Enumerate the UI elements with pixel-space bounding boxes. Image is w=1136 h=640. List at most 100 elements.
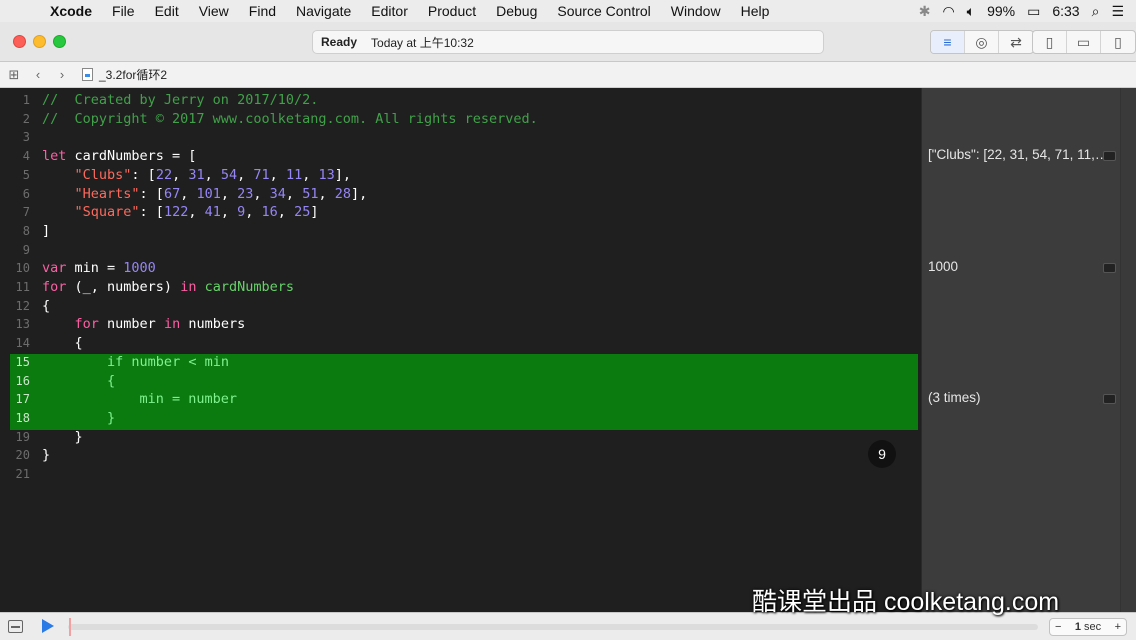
line-number: 6 bbox=[22, 186, 30, 201]
version-editor-icon[interactable]: ⇄ bbox=[999, 31, 1033, 53]
menu-file[interactable]: File bbox=[102, 3, 145, 19]
menu-edit[interactable]: Edit bbox=[145, 3, 189, 19]
code-line[interactable]: 20} bbox=[0, 446, 921, 465]
code-line[interactable]: 4 let cardNumbers = [ bbox=[0, 147, 921, 166]
line-code: for (_, numbers) in cardNumbers bbox=[42, 279, 294, 295]
speed-stepper[interactable]: − 1 sec + bbox=[1049, 618, 1127, 636]
code-line[interactable]: 11 for (_, numbers) in cardNumbers bbox=[0, 278, 921, 297]
line-number: 17 bbox=[15, 392, 30, 407]
standard-editor-icon[interactable]: ≡ bbox=[931, 31, 965, 53]
line-number: 18 bbox=[15, 410, 30, 425]
line-number: 15 bbox=[15, 354, 30, 369]
code-line[interactable]: 9 bbox=[0, 241, 921, 260]
code-line[interactable]: 15 if number < min bbox=[0, 353, 921, 372]
code-line[interactable]: 10 var min = 1000 bbox=[0, 259, 921, 278]
timeline-slider[interactable] bbox=[68, 624, 1038, 630]
code-line[interactable]: 17 min = number bbox=[0, 390, 921, 409]
line-code: ] bbox=[42, 222, 51, 239]
line-code: "Clubs": [22, 31, 54, 71, 11, 13], bbox=[74, 166, 351, 183]
battery-percent: 99% bbox=[987, 3, 1016, 19]
speed-increment-button[interactable]: + bbox=[1115, 621, 1121, 633]
line-number: 12 bbox=[15, 298, 30, 313]
menu-view[interactable]: View bbox=[189, 3, 239, 19]
menu-source-control[interactable]: Source Control bbox=[547, 3, 660, 19]
assistant-editor-icon[interactable]: ◎ bbox=[965, 31, 999, 53]
code-line[interactable]: 18 } bbox=[0, 409, 921, 428]
code-editor[interactable]: 1 // Created by Jerry on 2017/10/2. 2 // Co… bbox=[0, 88, 921, 612]
code-line[interactable]: 21 bbox=[0, 465, 921, 484]
battery-icon[interactable]: ▭ bbox=[1027, 3, 1040, 20]
forward-arrow-icon[interactable]: › bbox=[50, 67, 74, 82]
code-line[interactable]: 2 // Copyright © 2017 www.coolketang.com.… bbox=[0, 110, 921, 129]
code-line[interactable]: 5 "Clubs": [22, 31, 54, 71, 11, 13], bbox=[0, 166, 921, 185]
code-line[interactable]: 14 { bbox=[0, 334, 921, 353]
line-number: 19 bbox=[15, 429, 30, 444]
timeline-cursor[interactable] bbox=[69, 618, 71, 636]
panel-toggle-group: ▯ ▭ ▯ bbox=[1032, 30, 1136, 54]
line-code: "Square": [122, 41, 9, 16, 25] bbox=[74, 204, 319, 221]
breadcrumb-file-name[interactable]: _3.2for循环2 bbox=[99, 66, 167, 83]
result-value[interactable]: ["Clubs": [22, 31, 54, 71, 11,… bbox=[928, 147, 1116, 162]
menu-editor[interactable]: Editor bbox=[361, 3, 418, 19]
minimize-window-button[interactable] bbox=[33, 35, 46, 48]
build-status: Ready bbox=[321, 35, 358, 49]
code-line[interactable]: 12 { bbox=[0, 297, 921, 316]
line-number: 7 bbox=[22, 205, 30, 220]
menu-debug[interactable]: Debug bbox=[486, 3, 547, 19]
code-line[interactable]: 7 "Square": [122, 41, 9, 16, 25] bbox=[0, 203, 921, 222]
run-play-icon[interactable] bbox=[42, 619, 54, 633]
window-toolbar: Ready Today at 上午10:32 ≡ ◎ ⇄ ▯ ▭ ▯ bbox=[0, 22, 1136, 62]
line-code: } bbox=[42, 409, 116, 426]
related-items-icon[interactable]: ⊞ bbox=[2, 67, 26, 83]
quick-look-button[interactable] bbox=[1103, 394, 1116, 405]
menu-bar: Xcode File Edit View Find Navigate Edito… bbox=[0, 0, 1136, 22]
playground-file-icon bbox=[82, 68, 93, 81]
line-code: { bbox=[42, 335, 83, 352]
bluetooth-icon[interactable]: ✱ bbox=[919, 3, 931, 20]
quick-look-button[interactable] bbox=[1103, 263, 1116, 274]
result-value[interactable]: 1000 bbox=[928, 259, 1116, 274]
line-code: let cardNumbers = [ bbox=[42, 148, 197, 165]
code-line[interactable]: 3 bbox=[0, 128, 921, 147]
line-code: { bbox=[42, 372, 116, 389]
line-number: 20 bbox=[15, 448, 30, 463]
zoom-window-button[interactable] bbox=[53, 35, 66, 48]
code-line[interactable]: 13 for number in numbers bbox=[0, 315, 921, 334]
menu-xcode[interactable]: Xcode bbox=[40, 3, 102, 19]
close-window-button[interactable] bbox=[13, 35, 26, 48]
code-line[interactable]: 8] bbox=[0, 222, 921, 241]
clock[interactable]: 6:33 bbox=[1052, 3, 1079, 19]
back-arrow-icon[interactable]: ‹ bbox=[26, 67, 50, 82]
result-value[interactable]: (3 times) bbox=[928, 390, 1116, 405]
line-number: 1 bbox=[22, 93, 30, 107]
quick-look-button[interactable] bbox=[1103, 151, 1116, 162]
utilities-toggle-icon[interactable]: ▯ bbox=[1101, 31, 1135, 53]
code-line[interactable]: 19 } bbox=[0, 428, 921, 447]
line-number: 14 bbox=[15, 336, 30, 351]
line-code: } bbox=[42, 428, 83, 445]
spotlight-search-icon[interactable]: ⌕ bbox=[1092, 3, 1100, 20]
line-code: var min = 1000 bbox=[42, 260, 156, 277]
line-number: 2 bbox=[22, 111, 30, 126]
line-code: } bbox=[42, 447, 51, 464]
menu-product[interactable]: Product bbox=[418, 3, 486, 19]
menu-window[interactable]: Window bbox=[661, 3, 731, 19]
volume-icon[interactable]: 🔈︎ bbox=[967, 3, 975, 20]
execution-count-badge[interactable]: 9 bbox=[868, 440, 896, 468]
menu-help[interactable]: Help bbox=[731, 3, 780, 19]
line-number: 13 bbox=[15, 317, 30, 332]
debug-area-show-icon[interactable] bbox=[8, 620, 23, 633]
results-scroll-strip[interactable] bbox=[1120, 88, 1136, 612]
code-line[interactable]: 16 { bbox=[0, 372, 921, 391]
wifi-icon[interactable]: ◠ bbox=[942, 3, 954, 20]
menu-navigate[interactable]: Navigate bbox=[286, 3, 361, 19]
code-line[interactable]: 6 "Hearts": [67, 101, 23, 34, 51, 28], bbox=[0, 185, 921, 204]
speed-decrement-button[interactable]: − bbox=[1055, 621, 1061, 633]
line-number: 9 bbox=[22, 242, 30, 257]
navigator-toggle-icon[interactable]: ▯ bbox=[1033, 31, 1067, 53]
notification-center-icon[interactable]: ☰ bbox=[1111, 3, 1124, 20]
speed-value: 1 bbox=[1074, 621, 1081, 633]
debug-area-toggle-icon[interactable]: ▭ bbox=[1067, 31, 1101, 53]
code-line[interactable]: 1 // Created by Jerry on 2017/10/2. bbox=[0, 91, 921, 110]
menu-find[interactable]: Find bbox=[239, 3, 286, 19]
